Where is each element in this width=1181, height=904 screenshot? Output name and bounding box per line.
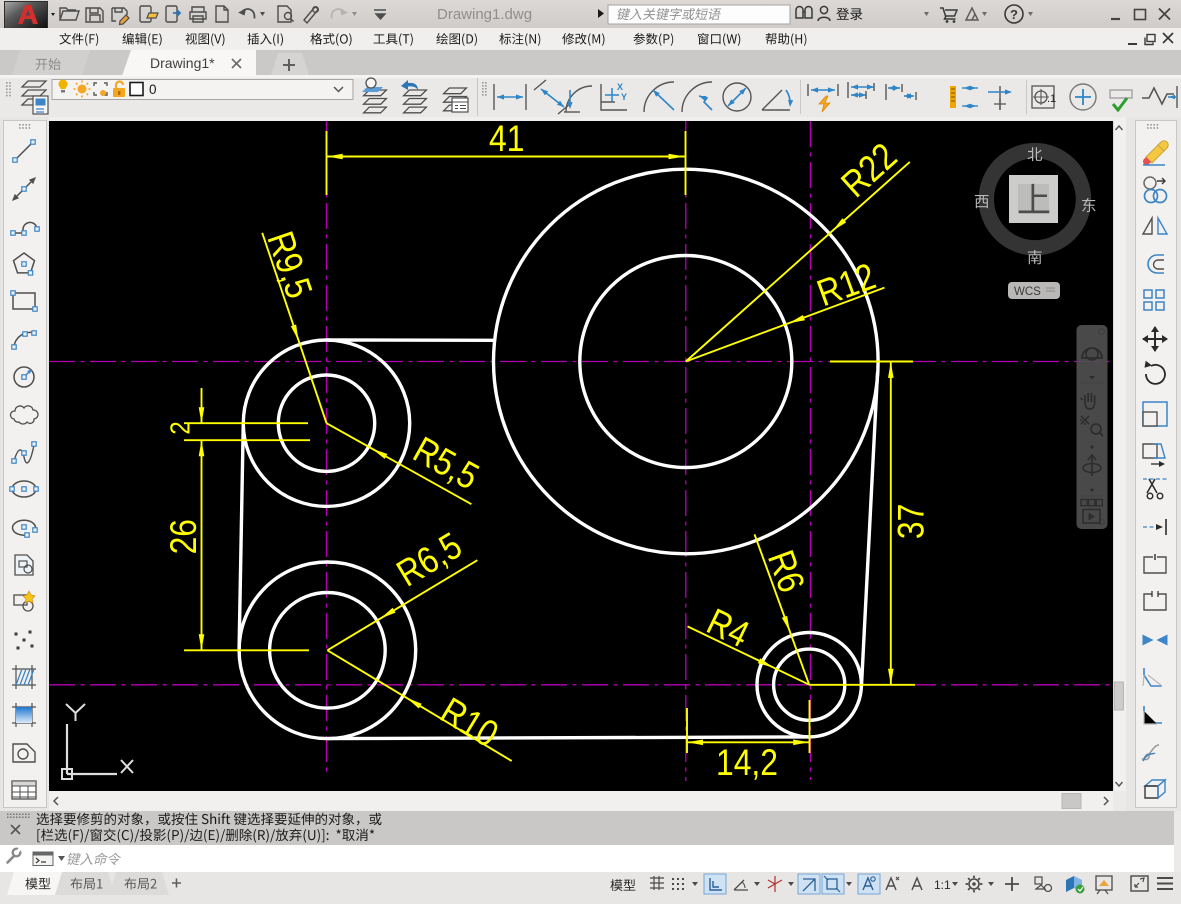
svg-text:41: 41 xyxy=(489,121,524,159)
svg-text:Y: Y xyxy=(621,92,627,102)
svg-text:WCS: WCS xyxy=(1014,286,1041,298)
svg-text:?: ? xyxy=(1010,7,1018,22)
svg-text:26: 26 xyxy=(162,519,204,554)
svg-text:0: 0 xyxy=(149,82,157,97)
svg-text:14,2: 14,2 xyxy=(716,741,778,783)
svg-text:.1: .1 xyxy=(1047,93,1056,105)
svg-text:2: 2 xyxy=(164,421,195,435)
svg-text:X: X xyxy=(617,82,623,92)
svg-text:37: 37 xyxy=(889,504,931,539)
svg-text:1:1: 1:1 xyxy=(934,878,951,892)
